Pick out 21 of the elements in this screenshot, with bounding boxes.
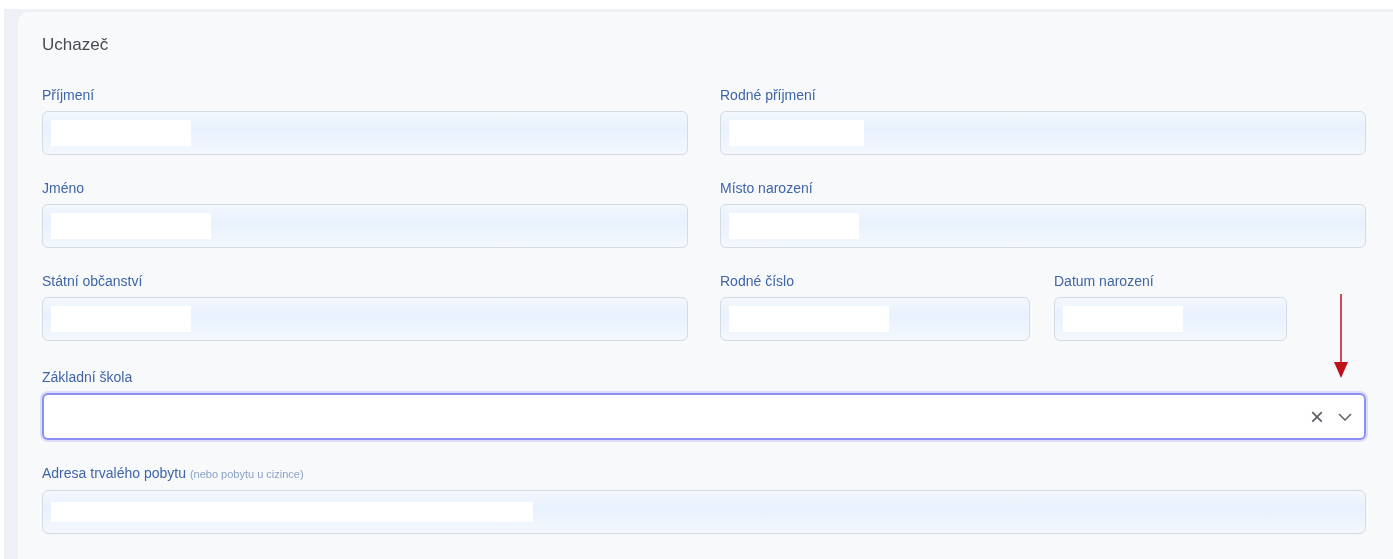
- chevron-down-icon[interactable]: [1338, 412, 1352, 421]
- select-field[interactable]: ×: [42, 393, 1366, 440]
- field-label: Základní škola: [42, 368, 134, 386]
- input-field[interactable]: [42, 204, 688, 248]
- input-field[interactable]: [720, 297, 1030, 341]
- field-label: Datum narození: [1054, 272, 1155, 290]
- field-label: Státní občanství: [42, 272, 144, 290]
- input-field[interactable]: [42, 490, 1366, 534]
- input-field[interactable]: [720, 204, 1366, 248]
- input-field[interactable]: [42, 297, 688, 341]
- input-field[interactable]: [42, 111, 688, 155]
- field-label: Adresa trvalého pobytu (nebo pobytu u cizince): [42, 464, 305, 483]
- field-label: Rodné příjmení: [720, 86, 817, 104]
- input-field[interactable]: [1054, 297, 1287, 341]
- field-label: Místo narození: [720, 179, 814, 197]
- clear-button[interactable]: ×: [1310, 404, 1324, 429]
- input-field[interactable]: [720, 111, 1366, 155]
- field-label: Rodné číslo: [720, 272, 795, 290]
- field-label: Jméno: [42, 179, 86, 197]
- section-title: Uchazeč: [42, 34, 110, 56]
- field-label: Příjmení: [42, 86, 96, 104]
